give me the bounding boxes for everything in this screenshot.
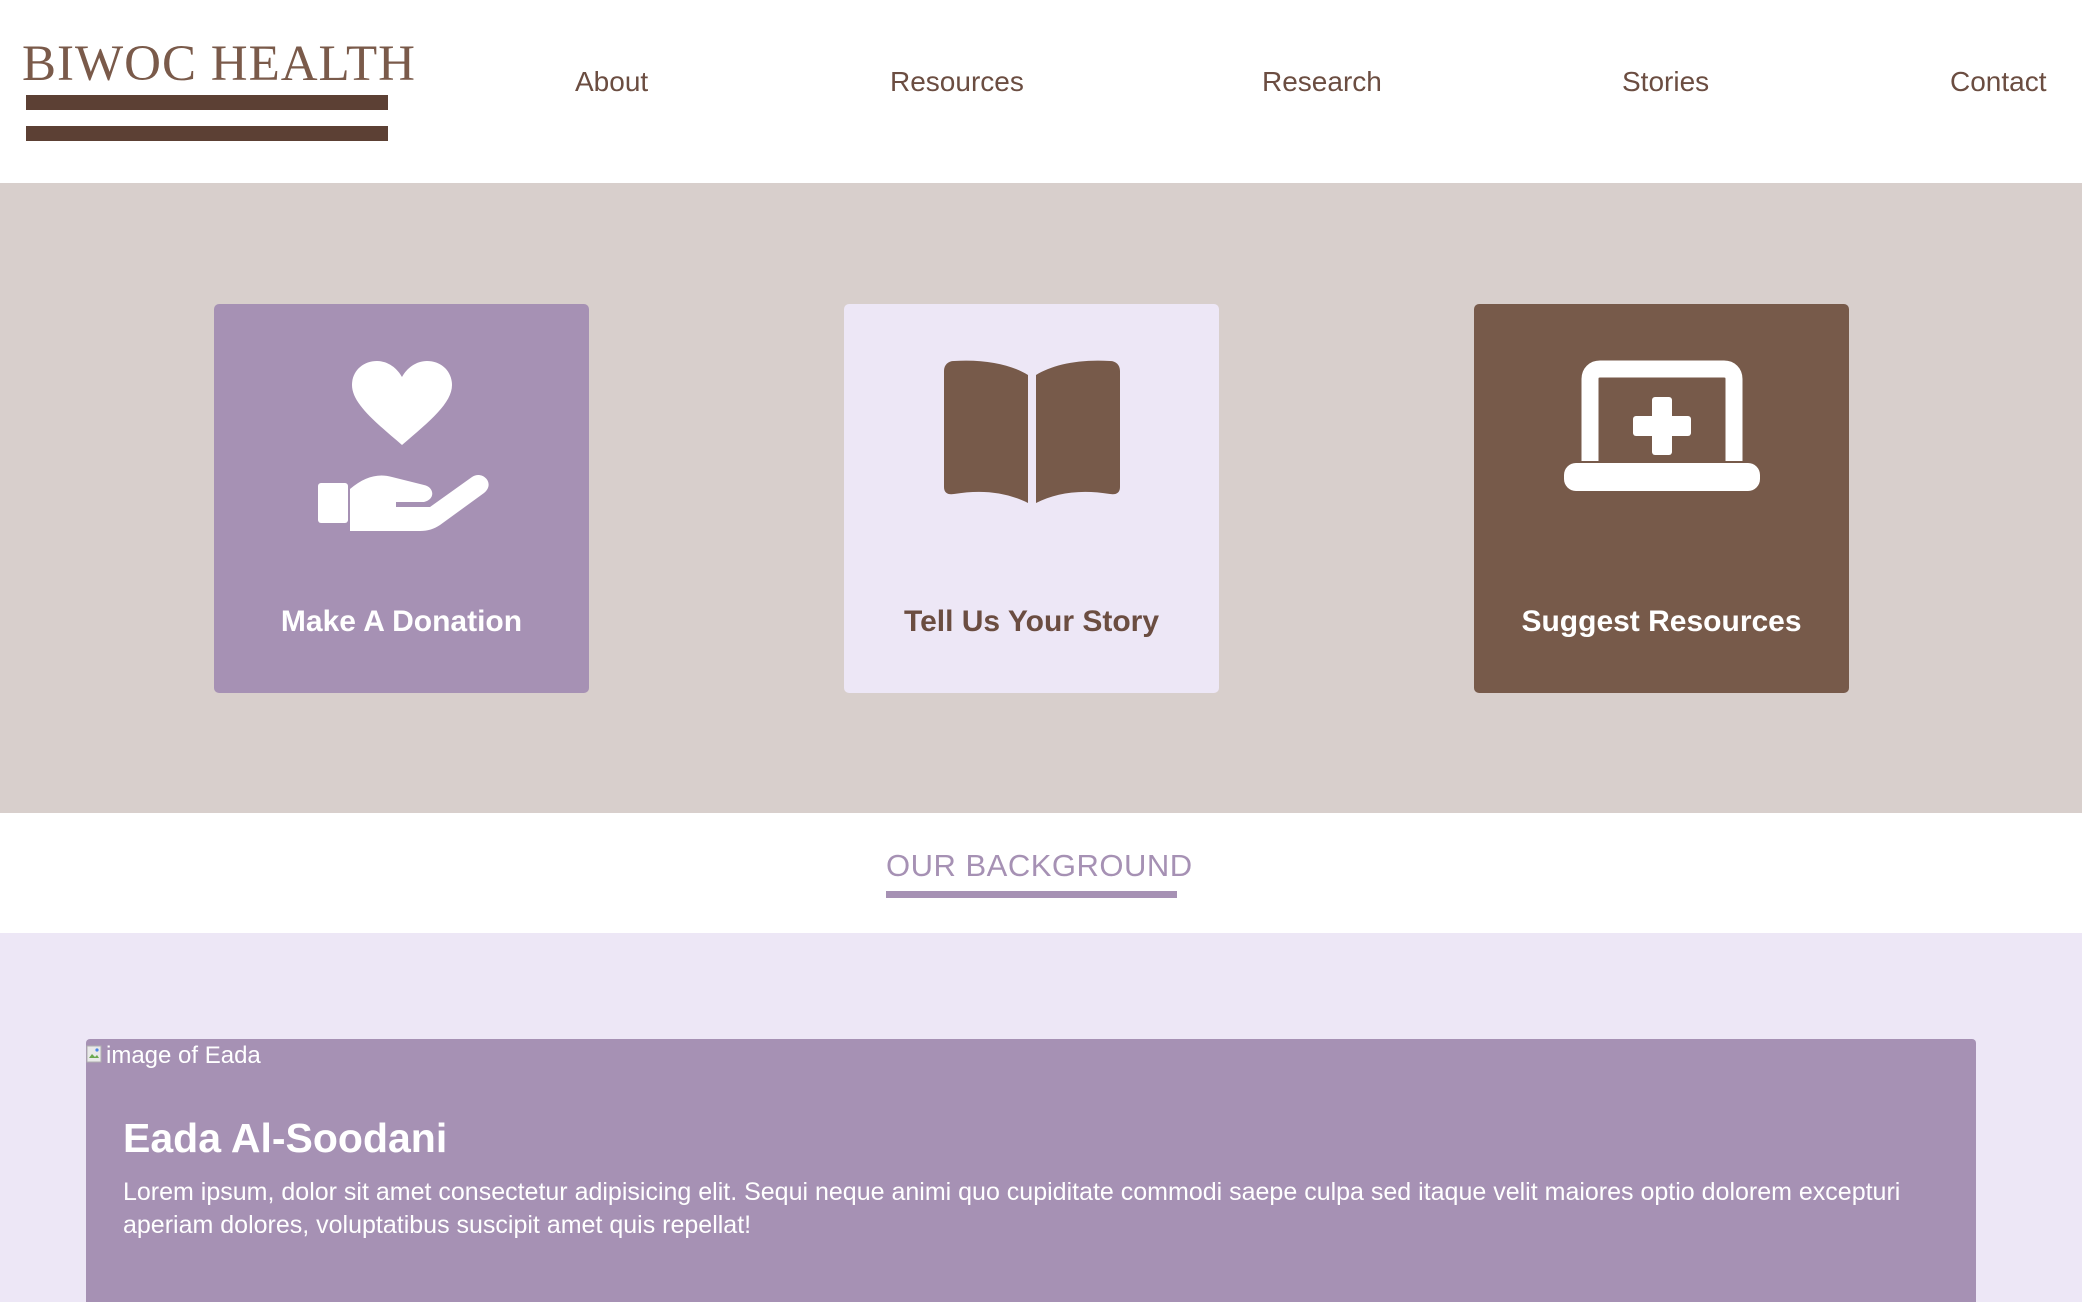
broken-image-icon (86, 1045, 102, 1063)
make-donation-card[interactable]: Make A Donation (214, 304, 589, 693)
section-title: OUR BACKGROUND (886, 848, 1193, 883)
logo-bar-bottom (26, 126, 388, 141)
brand-logo[interactable]: BIWOC HEALTH (22, 38, 415, 142)
background-heading-section: OUR BACKGROUND (0, 813, 2082, 933)
site-header: BIWOC HEALTH About Resources Research St… (0, 0, 2082, 183)
profile-bio: Lorem ipsum, dolor sit amet consectetur … (123, 1178, 1901, 1239)
profile-card: image of Eada Eada Al-Soodani Lorem ipsu… (86, 1039, 1976, 1302)
hand-heart-icon (317, 361, 489, 531)
suggest-resources-label: Suggest Resources (1521, 605, 1802, 638)
laptop-medical-icon (1563, 360, 1760, 491)
nav-about-link[interactable]: About (575, 64, 648, 100)
nav-research-link[interactable]: Research (1262, 64, 1382, 100)
nav-resources-link[interactable]: Resources (890, 64, 1024, 100)
make-donation-label: Make A Donation (280, 605, 523, 638)
profile-name: Eada Al-Soodani (123, 1115, 448, 1161)
nav-stories-link[interactable]: Stories (1622, 64, 1709, 100)
section-title-underline (886, 891, 1177, 898)
logo-bar-top (26, 95, 388, 110)
tell-story-card[interactable]: Tell Us Your Story (844, 304, 1219, 693)
brand-name: BIWOC HEALTH (22, 36, 417, 92)
action-cards-section: Make A Donation Tell Us Your Story Sugge… (0, 183, 2082, 813)
open-book-icon (943, 360, 1120, 503)
page: BIWOC HEALTH About Resources Research St… (0, 0, 2082, 1302)
profile-image-alt: image of Eada (106, 1042, 261, 1069)
nav-contact-link[interactable]: Contact (1950, 64, 2047, 100)
profile-section: image of Eada Eada Al-Soodani Lorem ipsu… (0, 933, 2082, 1302)
suggest-resources-card[interactable]: Suggest Resources (1474, 304, 1849, 693)
tell-story-label: Tell Us Your Story (903, 605, 1160, 638)
profile-image-broken: image of Eada (86, 1039, 261, 1073)
